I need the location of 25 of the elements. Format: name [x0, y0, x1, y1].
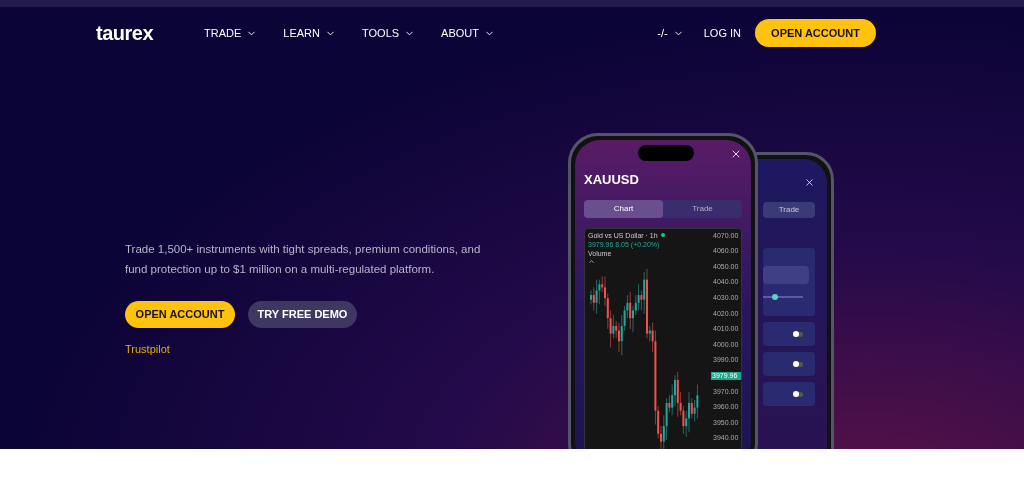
nav-link[interactable]: LEARN	[283, 24, 336, 42]
close-icon[interactable]	[730, 148, 742, 160]
open-account-button[interactable]: OPEN ACCOUNT	[755, 19, 876, 47]
collapse-icon[interactable]	[588, 257, 595, 265]
tab[interactable]: Chart	[584, 199, 663, 218]
tab[interactable]: Trade	[663, 199, 742, 218]
open-account-button[interactable]: OPEN ACCOUNT	[125, 301, 235, 328]
toggle-switch[interactable]	[793, 331, 803, 337]
toggle-switch[interactable]	[793, 391, 803, 397]
nav-link[interactable]: TRADE	[204, 24, 258, 42]
language-selector[interactable]: -/-	[657, 24, 684, 42]
logo[interactable]: taurex	[96, 18, 154, 48]
trustpilot-link[interactable]: Trustpilot	[125, 341, 500, 358]
nav-link[interactable]: TOOLS	[362, 24, 416, 42]
login-link[interactable]: LOG IN	[703, 24, 741, 42]
camera-notch	[638, 145, 694, 161]
demo-button[interactable]: TRY FREE DEMO	[248, 301, 357, 328]
symbol-title: XAUUSD	[584, 171, 640, 189]
hero-description: Trade 1,500+ instruments with tight spreads, premium conditions, and fund protection up to $1 million on a multi-regulated platform.	[125, 242, 482, 277]
toggle-switch[interactable]	[793, 361, 803, 367]
input-field[interactable]	[763, 266, 809, 284]
nav-link[interactable]: ABOUT	[441, 24, 495, 42]
close-icon[interactable]	[804, 177, 815, 188]
tab[interactable]: Trade	[763, 202, 815, 218]
slider-thumb[interactable]	[772, 294, 778, 300]
